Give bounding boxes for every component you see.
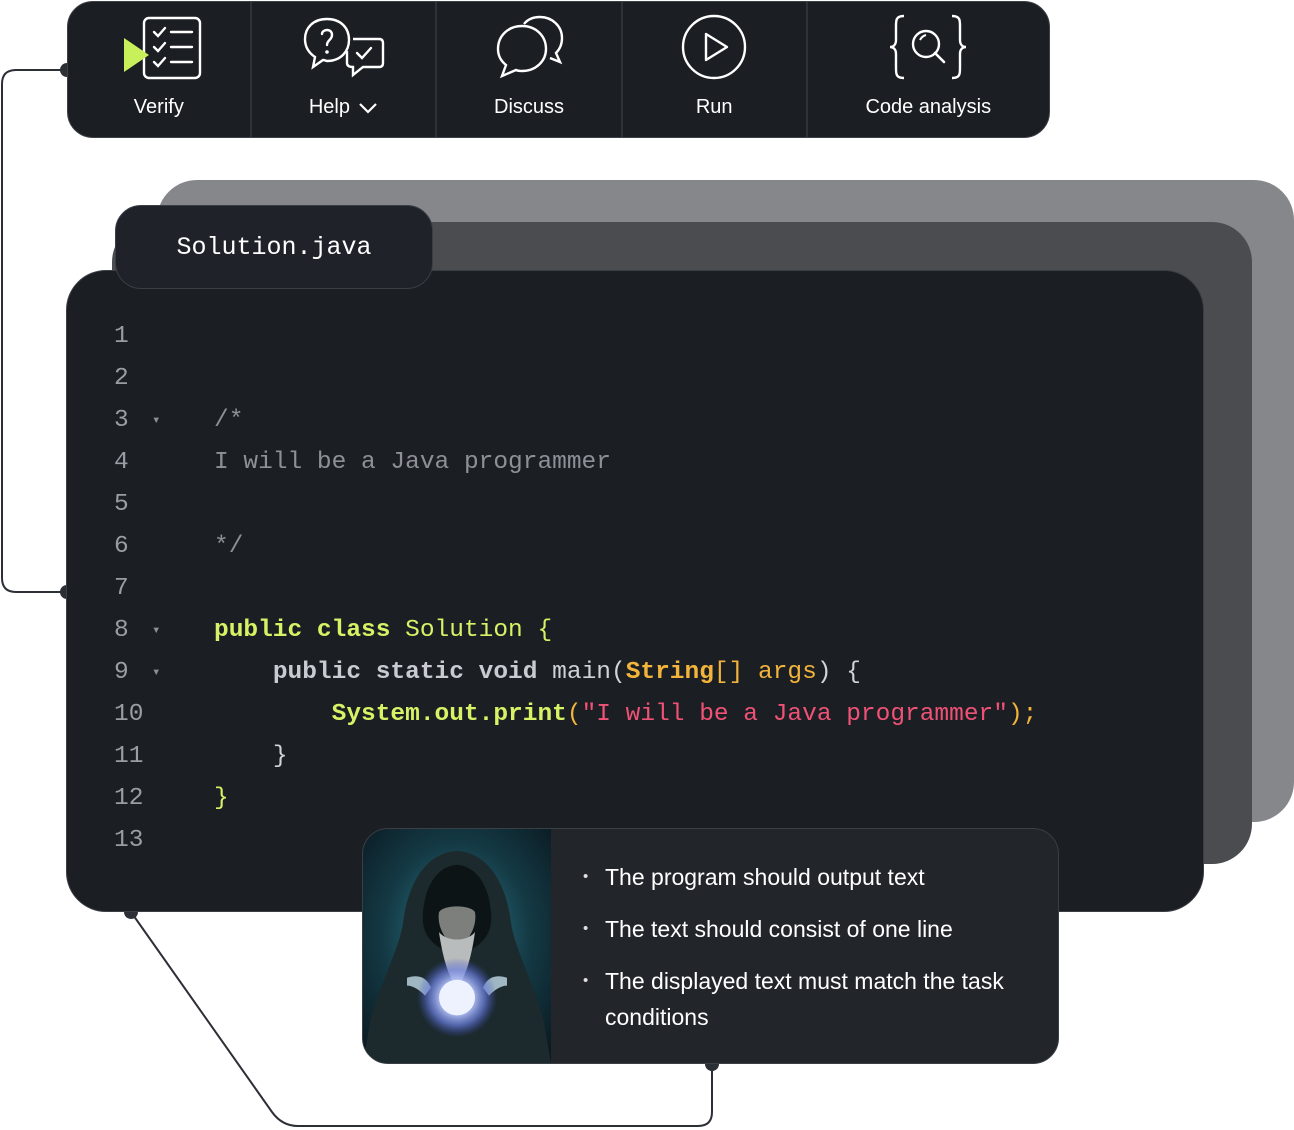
code-analysis-icon <box>888 2 968 92</box>
condition-item: The program should output text <box>583 859 1045 895</box>
condition-item: The text should consist of one line <box>583 911 1045 947</box>
fold-arrow-icon[interactable]: ▾ <box>152 610 160 652</box>
print-call: System.out.print <box>331 701 567 728</box>
file-tab-label: Solution.java <box>176 232 372 262</box>
line-number: 11 <box>114 743 144 770</box>
run-label: Run <box>695 96 733 118</box>
statement-end: ); <box>1007 701 1038 728</box>
paren-open: ( <box>566 701 582 728</box>
line-number: 10 <box>114 701 144 728</box>
run-play-icon <box>679 2 749 92</box>
line-number: 13 <box>114 827 144 854</box>
params-close: ) { <box>816 659 861 686</box>
code-editor[interactable] <box>66 270 1204 912</box>
array-brackets: [] <box>713 659 744 686</box>
file-tab[interactable]: Solution.java <box>115 205 433 289</box>
verify-label: Verify <box>133 96 184 118</box>
chevron-down-icon[interactable] <box>358 102 378 114</box>
type-string: String <box>625 659 714 686</box>
comment-text: I will be a Java programmer <box>214 449 611 476</box>
line-number: 3 <box>114 407 129 434</box>
fold-arrow-icon[interactable]: ▾ <box>152 400 160 442</box>
method-main: main( <box>552 659 626 686</box>
help-button[interactable]: Help <box>252 2 438 137</box>
keyword-public: public <box>272 659 362 686</box>
help-label: Help <box>308 96 350 118</box>
line-number: 12 <box>114 785 144 812</box>
conditions-list: The program should output text The text … <box>583 859 1045 1051</box>
code-analysis-button[interactable]: Code analysis <box>808 2 1050 137</box>
help-chat-icon <box>301 2 385 92</box>
line-number: 1 <box>114 323 129 350</box>
keyword-public: public <box>214 617 303 644</box>
verify-checklist-icon <box>114 2 204 92</box>
discuss-label: Discuss <box>494 96 565 118</box>
brace-open: { <box>537 617 553 644</box>
line-number: 2 <box>114 365 129 392</box>
verify-button[interactable]: Verify <box>68 2 252 137</box>
discuss-bubbles-icon <box>492 2 566 92</box>
wizard-illustration <box>363 829 551 1063</box>
keyword-static: static <box>375 659 464 686</box>
string-literal: "I will be a Java programmer" <box>581 701 1008 728</box>
brace-close: } <box>272 743 288 770</box>
param-args: args <box>758 659 817 686</box>
comment-open: /* <box>214 407 244 434</box>
code-analysis-label: Code analysis <box>865 96 992 118</box>
line-number: 5 <box>114 491 129 518</box>
toolbar: Verify Help Discuss Run Code analysis <box>67 1 1050 138</box>
keyword-void: void <box>478 659 538 686</box>
line-number: 7 <box>114 575 129 602</box>
line-number: 4 <box>114 449 129 476</box>
comment-close: */ <box>214 533 244 560</box>
task-conditions-card: The program should output text The text … <box>362 828 1059 1064</box>
condition-item: The displayed text must match the task c… <box>583 963 1045 1035</box>
line-number: 8 <box>114 617 129 644</box>
brace-close: } <box>214 785 229 812</box>
keyword-class: class <box>316 617 391 644</box>
fold-arrow-icon[interactable]: ▾ <box>152 652 160 694</box>
discuss-button[interactable]: Discuss <box>437 2 623 137</box>
line-number: 9 <box>114 659 129 686</box>
line-number: 6 <box>114 533 129 560</box>
run-button[interactable]: Run <box>623 2 808 137</box>
class-name: Solution <box>405 617 523 644</box>
